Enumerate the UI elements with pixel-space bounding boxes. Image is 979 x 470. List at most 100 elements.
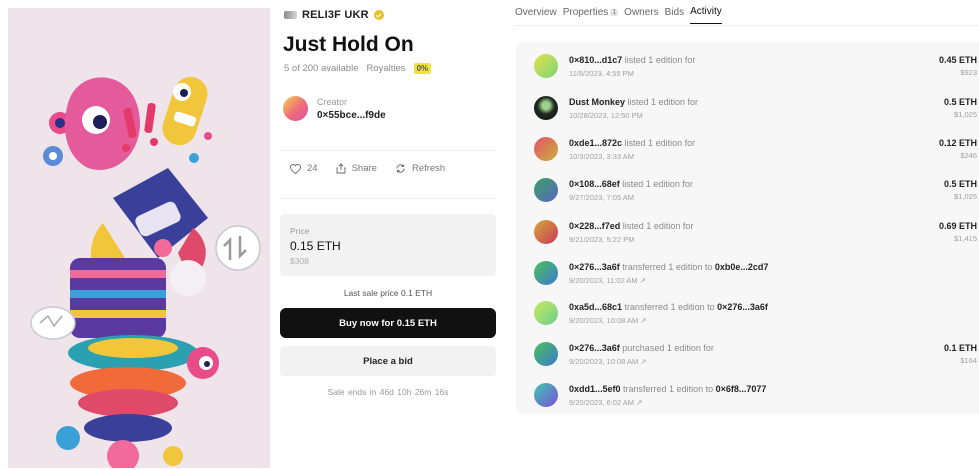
price-usd: $1,025 — [954, 192, 977, 201]
user-avatar[interactable] — [534, 383, 558, 407]
user-avatar[interactable] — [534, 261, 558, 285]
activity-row: 0xde1...872c listed 1 edition for 10/3/2… — [528, 137, 979, 173]
tab-label: Properties — [562, 6, 609, 18]
actor-address[interactable]: 0xde1...872c — [569, 138, 622, 148]
activity-timestamp[interactable]: 9/20/2023, 10:08 AM ↗ — [569, 316, 647, 325]
timestamp-text: 9/20/2023, 11:02 AM — [569, 276, 638, 285]
activity-timestamp: 11/8/2023, 4:55 PM — [569, 69, 634, 78]
share-button[interactable]: Share — [336, 163, 377, 174]
price-usd: $164 — [960, 356, 977, 365]
actor-address[interactable]: 0×276...3a6f — [569, 343, 620, 353]
activity-action: listed 1 edition for — [625, 97, 699, 107]
timestamp-text: 9/21/2023, 5:22 PM — [569, 235, 635, 244]
tab-divider — [514, 25, 979, 26]
user-avatar[interactable] — [534, 96, 558, 120]
last-sale-text: Last sale price 0.1 ETH — [343, 288, 433, 298]
actor-address[interactable]: 0×810...d1c7 — [569, 55, 622, 65]
user-avatar[interactable] — [534, 137, 558, 161]
tab-activity[interactable]: Activity — [690, 6, 722, 24]
user-avatar[interactable] — [534, 301, 558, 325]
item-title: Just Hold On — [283, 33, 414, 56]
actor-address[interactable]: 0xa5d...68c1 — [569, 302, 622, 312]
activity-description: 0×108...68ef listed 1 edition for — [569, 179, 693, 189]
actor-address[interactable]: 0×276...3a6f — [569, 262, 620, 272]
external-link-icon[interactable]: ↗ — [638, 316, 646, 325]
verified-badge-icon — [373, 10, 384, 20]
divider — [280, 198, 496, 199]
activity-row: 0×276...3a6f purchased 1 edition for 9/2… — [528, 342, 979, 378]
activity-price: 0.12 ETH $246 — [939, 138, 977, 160]
creator-avatar — [283, 96, 308, 121]
external-link-icon[interactable]: ↗ — [638, 357, 646, 366]
creator-link[interactable]: Creator 0×55bce...f9de — [283, 96, 386, 121]
price-eth: 0.5 ETH — [943, 179, 977, 189]
price-eth: 0.45 ETH — [938, 55, 977, 65]
activity-action: transferred 1 edition to — [620, 384, 716, 394]
target-address[interactable]: 0xb0e...2cd7 — [715, 262, 769, 272]
user-avatar[interactable] — [534, 54, 558, 78]
actor-address[interactable]: 0xdd1...5ef0 — [569, 384, 621, 394]
timestamp-text: 9/20/2023, 10:08 AM — [569, 316, 639, 325]
actor-address[interactable]: 0×108...68ef — [569, 179, 620, 189]
timestamp-text: 9/20/2023, 6:02 AM — [569, 398, 635, 407]
place-bid-button[interactable]: Place a bid — [280, 346, 496, 376]
nft-item-page: RELI3F UKR Just Hold On 5 of 200 availab… — [0, 0, 979, 470]
activity-description: 0xde1...872c listed 1 edition for — [569, 138, 695, 148]
refresh-label: Refresh — [411, 163, 446, 174]
price-usd: $308 — [290, 256, 309, 266]
user-avatar[interactable] — [534, 220, 558, 244]
activity-action: purchased 1 edition for — [619, 343, 714, 353]
divider — [280, 150, 496, 151]
activity-description: 0×810...d1c7 listed 1 edition for — [569, 55, 695, 65]
target-address[interactable]: 0×276...3a6f — [717, 302, 768, 312]
like-button[interactable]: 24 — [290, 163, 318, 174]
artwork-image[interactable] — [8, 8, 270, 468]
like-count: 24 — [307, 163, 318, 174]
activity-section: Overview Properties 1 Owners Bids Activi… — [508, 0, 979, 470]
sale-countdown: Sale ends in 46d 10h 26m 16s — [327, 387, 449, 397]
activity-timestamp[interactable]: 9/20/2023, 11:02 AM ↗ — [569, 276, 646, 285]
tab-overview[interactable]: Overview — [515, 6, 557, 24]
timestamp-text: 10/28/2023, 12:50 PM — [569, 111, 643, 120]
artist-link[interactable]: RELI3F UKR — [284, 9, 384, 21]
activity-action: transferred 1 edition to — [619, 262, 715, 272]
activity-row: 0×108...68ef listed 1 edition for 9/27/2… — [528, 178, 979, 214]
actor-address[interactable]: 0×228...f7ed — [569, 221, 620, 231]
buy-now-button[interactable]: Buy now for 0.15 ETH — [280, 308, 496, 338]
activity-description: Dust Monkey listed 1 edition for — [569, 97, 698, 107]
actor-address[interactable]: Dust Monkey — [569, 97, 625, 107]
artwork-illustration — [8, 8, 270, 468]
target-address[interactable]: 0×6f8...7077 — [716, 384, 767, 394]
activity-price: 0.5 ETH $1,025 — [944, 97, 977, 119]
external-link-icon[interactable]: ↗ — [638, 276, 646, 285]
activity-price: 0.5 ETH $1,025 — [944, 179, 977, 201]
price-eth: 0.1 ETH — [943, 343, 977, 353]
user-avatar[interactable] — [534, 342, 558, 366]
tab-label: Overview — [515, 6, 557, 18]
artist-name: RELI3F UKR — [302, 9, 369, 21]
activity-timestamp: 9/27/2023, 7:05 AM — [569, 193, 634, 202]
tab-properties[interactable]: Properties 1 — [562, 6, 619, 24]
tab-bids[interactable]: Bids — [665, 6, 684, 24]
timestamp-text: 9/20/2023, 10:08 AM — [569, 357, 639, 366]
activity-row: 0×810...d1c7 listed 1 edition for 11/8/2… — [528, 54, 979, 90]
heart-icon — [290, 163, 301, 174]
tab-owners[interactable]: Owners — [624, 6, 658, 24]
item-details-panel: RELI3F UKR Just Hold On 5 of 200 availab… — [280, 0, 498, 470]
activity-timestamp[interactable]: 9/20/2023, 6:02 AM ↗ — [569, 398, 642, 407]
external-link-icon[interactable]: ↗ — [634, 398, 642, 407]
activity-row: Dust Monkey listed 1 edition for 10/28/2… — [528, 96, 979, 132]
creator-address: 0×55bce...f9de — [317, 109, 386, 121]
refresh-button[interactable]: Refresh — [395, 163, 445, 174]
share-icon — [336, 163, 346, 174]
activity-timestamp[interactable]: 9/20/2023, 10:08 AM ↗ — [569, 357, 647, 366]
royalties-badge: 0% — [413, 63, 432, 74]
activity-price: 0.1 ETH $164 — [944, 343, 977, 365]
availability-text: 5 of 200 available — [284, 63, 359, 74]
user-avatar[interactable] — [534, 178, 558, 202]
refresh-icon — [396, 164, 405, 173]
action-bar: 24 Share Refresh — [290, 163, 463, 174]
royalties-label: Royalties — [366, 63, 406, 74]
timestamp-text: 11/8/2023, 4:55 PM — [569, 69, 634, 78]
price-value: 0.15 ETH — [290, 239, 341, 253]
